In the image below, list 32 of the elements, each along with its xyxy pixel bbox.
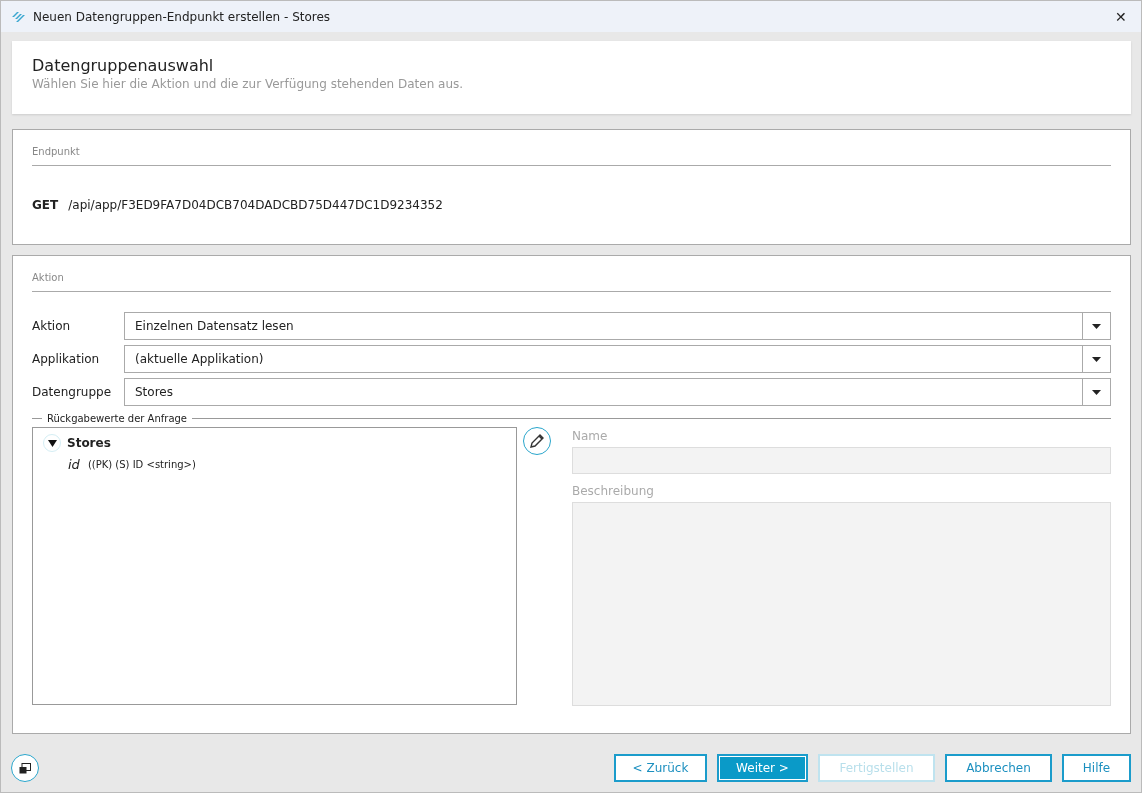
group-title: Rückgabewerte der Anfrage — [47, 412, 188, 424]
field-label: Datengruppe — [32, 385, 113, 399]
edit-button[interactable] — [523, 427, 551, 455]
dropdown-arrow-icon — [1092, 389, 1101, 395]
field-label: Name — [572, 429, 609, 443]
window-icon — [19, 762, 31, 774]
field-label: Aktion — [32, 319, 72, 333]
page-subtitle: Wählen Sie hier die Aktion und die zur Verfügung stehenden Daten aus. — [32, 77, 465, 91]
close-button[interactable]: ✕ — [1101, 1, 1141, 32]
section-title: Endpunkt — [32, 130, 1111, 166]
http-method: GET — [32, 198, 59, 212]
dropdown-arrow-icon — [1092, 356, 1101, 362]
dialog-button[interactable]: Hilfe — [1062, 754, 1131, 782]
caret-icon — [47, 439, 57, 447]
dropdown[interactable]: (aktuelle Applikation) — [124, 345, 1111, 373]
endpoint-path: /api/app/F3ED9FA7D04DCB704DADCBD75D447DC1D9234352 — [68, 198, 443, 212]
window-title: Neuen Datengruppen-Endpunkt erstellen - Stores — [33, 9, 332, 24]
dropdown[interactable]: Stores — [124, 378, 1111, 406]
section-title: Aktion — [32, 256, 1111, 292]
pencil-icon — [530, 434, 544, 448]
field-label: Applikation — [32, 352, 101, 366]
window-mode-button[interactable] — [11, 754, 39, 782]
dialog-button[interactable]: Abbrechen — [945, 754, 1052, 782]
tree-node[interactable]: Stores — [67, 436, 111, 450]
dropdown[interactable]: Einzelnen Datensatz lesen — [124, 312, 1111, 340]
field-label: Beschreibung — [572, 484, 655, 498]
field-description: ((PK) (S) ID <string>) — [87, 459, 196, 470]
field-name[interactable]: id — [68, 457, 80, 472]
dropdown-arrow-icon — [1092, 323, 1101, 329]
app-logo-icon — [11, 10, 25, 23]
dialog-button[interactable]: < Zurück — [614, 754, 707, 782]
page-title: Datengruppenauswahl — [32, 56, 215, 75]
